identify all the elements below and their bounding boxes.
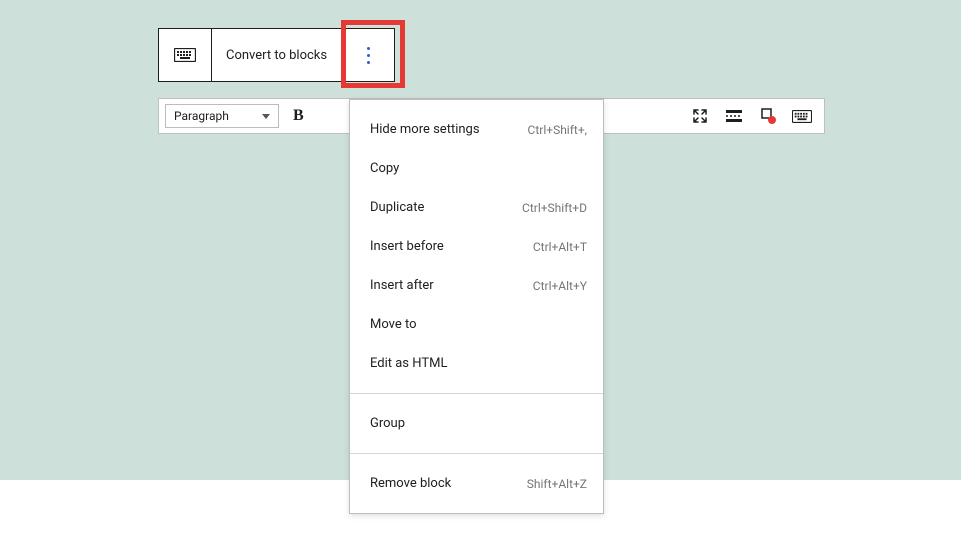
convert-to-blocks-button[interactable]: Convert to blocks (211, 28, 342, 82)
menu-item-label: Insert before (370, 239, 444, 254)
menu-item-shortcut: Shift+Alt+Z (527, 477, 587, 491)
menu-item-label: Insert after (370, 278, 434, 293)
block-options-menu: Hide more settings Ctrl+Shift+, Copy Dup… (349, 99, 604, 514)
convert-label: Convert to blocks (226, 48, 327, 63)
screenshot-canvas: Convert to blocks Paragraph B (0, 0, 961, 555)
menu-item-label: Move to (370, 317, 417, 332)
paragraph-select[interactable]: Paragraph (165, 104, 279, 128)
paragraph-select-label: Paragraph (174, 109, 229, 123)
classic-block-button[interactable] (158, 28, 212, 82)
insert-read-more-icon[interactable] (724, 106, 744, 126)
menu-remove-block[interactable]: Remove block Shift+Alt+Z (350, 464, 603, 503)
menu-item-label: Group (370, 416, 405, 431)
menu-move-to[interactable]: Move to (350, 305, 603, 344)
menu-copy[interactable]: Copy (350, 149, 603, 188)
chevron-down-icon (262, 114, 270, 119)
menu-item-label: Remove block (370, 476, 451, 491)
menu-edit-as-html[interactable]: Edit as HTML (350, 344, 603, 383)
distraction-free-icon[interactable] (690, 106, 710, 126)
menu-insert-before[interactable]: Insert before Ctrl+Alt+T (350, 227, 603, 266)
menu-item-shortcut: Ctrl+Shift+D (522, 201, 587, 215)
menu-item-label: Edit as HTML (370, 356, 447, 371)
menu-duplicate[interactable]: Duplicate Ctrl+Shift+D (350, 188, 603, 227)
menu-group[interactable]: Group (350, 404, 603, 443)
menu-item-shortcut: Ctrl+Shift+, (528, 123, 587, 137)
editor-left-tools: Paragraph B (165, 104, 308, 128)
annotation-highlight (341, 20, 405, 88)
menu-insert-after[interactable]: Insert after Ctrl+Alt+Y (350, 266, 603, 305)
menu-item-shortcut: Ctrl+Alt+T (533, 240, 587, 254)
menu-item-label: Duplicate (370, 200, 424, 215)
bold-button[interactable]: B (289, 107, 308, 125)
editor-right-tools (690, 106, 812, 126)
menu-item-label: Hide more settings (370, 122, 480, 137)
insert-shortcode-icon[interactable] (758, 106, 778, 126)
menu-item-label: Copy (370, 161, 399, 176)
menu-item-shortcut: Ctrl+Alt+Y (533, 279, 587, 293)
menu-hide-more-settings[interactable]: Hide more settings Ctrl+Shift+, (350, 110, 603, 149)
keyboard-shortcuts-icon[interactable] (792, 106, 812, 126)
keyboard-icon (174, 48, 196, 62)
